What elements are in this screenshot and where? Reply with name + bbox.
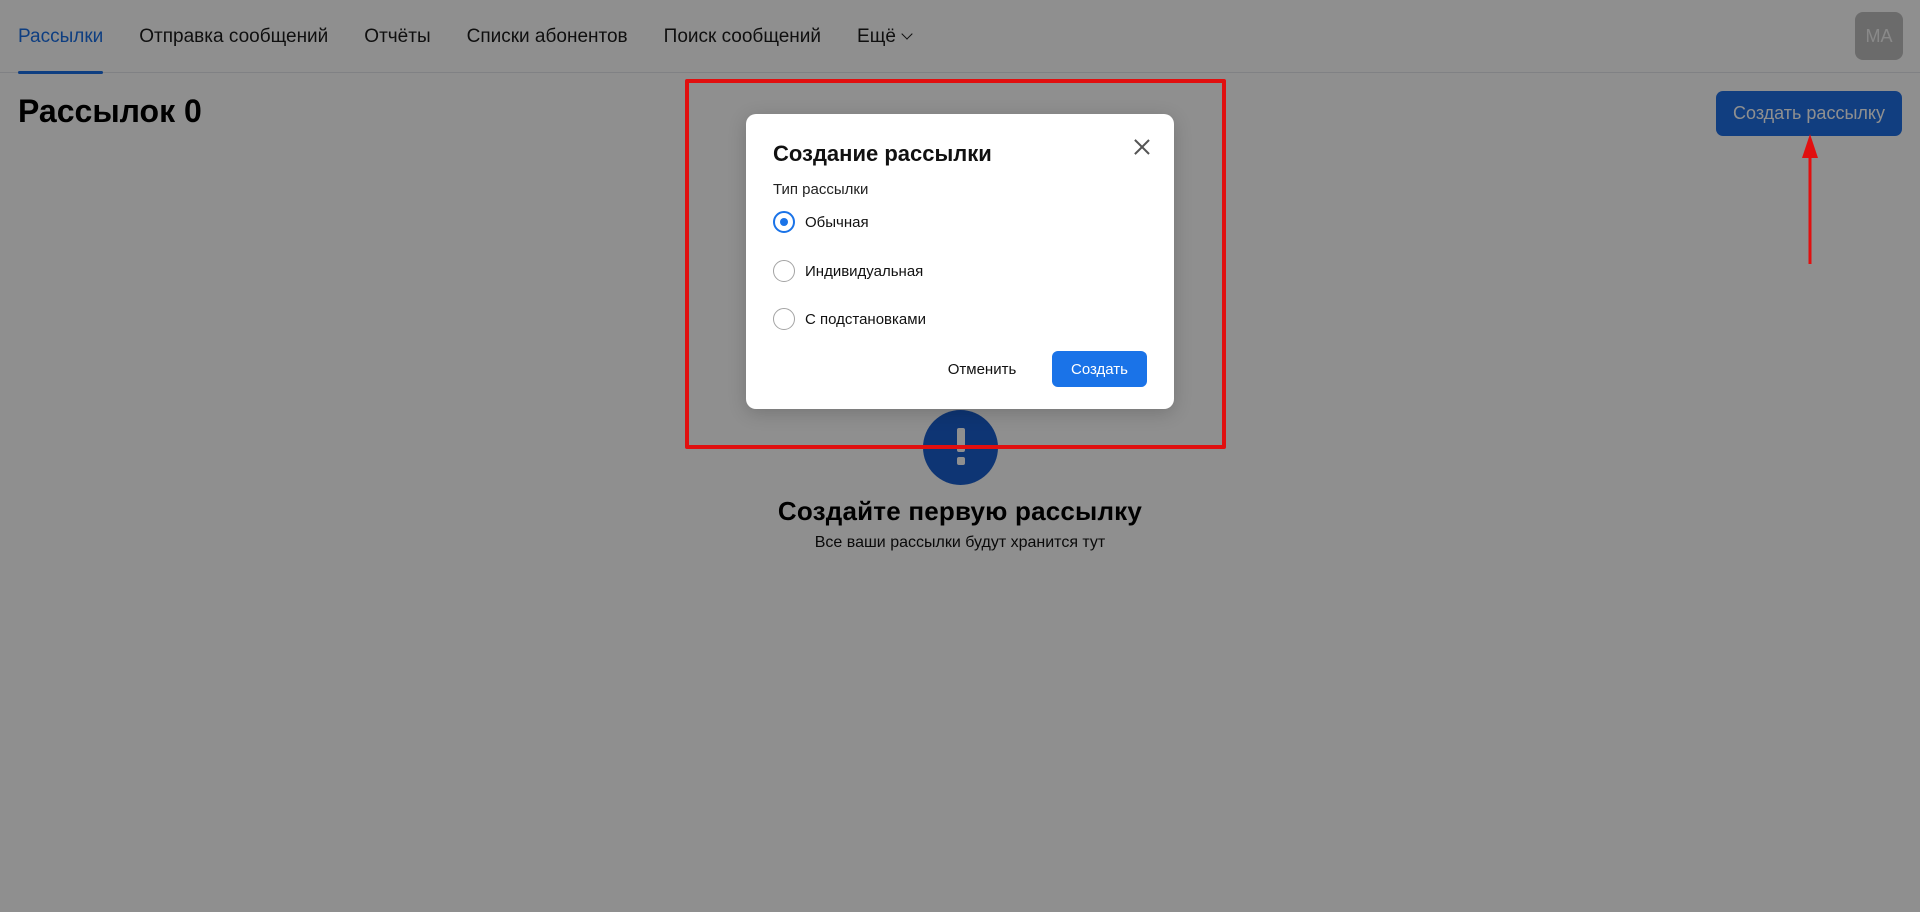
annotation-arrow-up-icon [1802,134,1818,264]
annotation-highlight-box [685,79,1226,449]
